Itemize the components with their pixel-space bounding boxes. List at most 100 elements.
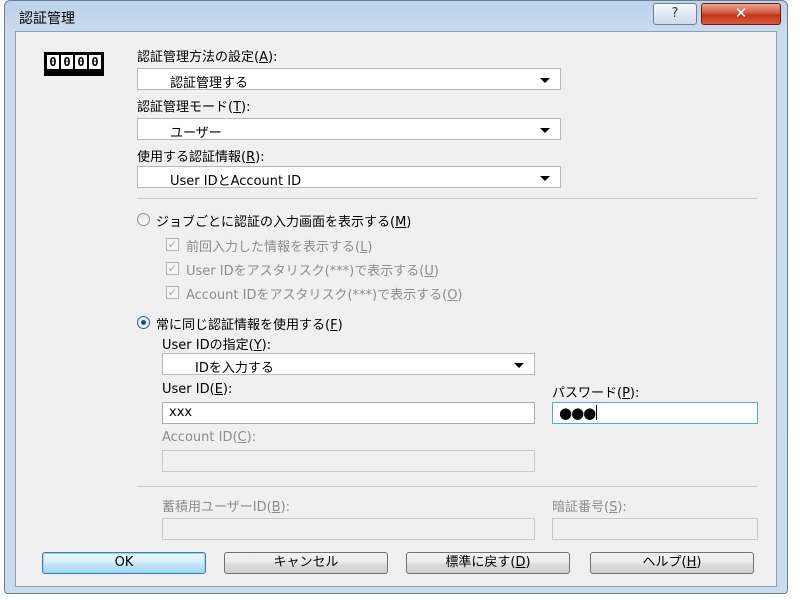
label-text: 使用する認証情報( xyxy=(137,150,247,165)
separator xyxy=(137,198,757,199)
access-key: O xyxy=(447,288,458,303)
label-end: ): xyxy=(280,500,291,515)
account-id-label: Account ID(C): xyxy=(162,430,256,445)
mask-account-id-checkbox[interactable]: ✓ xyxy=(166,286,179,299)
label-end: ) xyxy=(457,288,463,303)
access-key: B xyxy=(271,500,281,515)
label-text: Account IDをアスタリスク(***)で表示する( xyxy=(186,288,448,303)
user-id-spec-label: User IDの指定(Y): xyxy=(162,334,271,353)
user-id-spec-value: IDを入力する xyxy=(195,361,274,376)
text-caret xyxy=(596,405,598,420)
password-input[interactable]: ●●● xyxy=(552,402,758,424)
window-title: 認証管理 xyxy=(19,11,75,27)
per-job-radio[interactable] xyxy=(137,213,150,226)
label-end: ) xyxy=(367,240,373,255)
button-text: 標準に戻す( xyxy=(445,555,516,570)
label-end: ) xyxy=(406,215,412,230)
auth-method-label: 認証管理方法の設定(A): xyxy=(137,46,277,65)
mask-user-id-label: User IDをアスタリスク(***)で表示する(U) xyxy=(186,260,439,279)
label-text: 認証管理モード( xyxy=(137,100,234,115)
auth-mode-label: 認証管理モード(T): xyxy=(137,96,250,115)
storage-user-id-label: 蓄積用ユーザーID(B): xyxy=(162,496,290,515)
access-key: F xyxy=(330,318,338,333)
label-end: ): xyxy=(629,386,640,401)
counter-digit: 0 xyxy=(89,55,101,69)
label-end: ): xyxy=(222,382,233,397)
access-key: R xyxy=(246,150,256,165)
dialog-window: 認証管理 ? ✕ 0 0 0 0 認証管理方法の設定(A): 認証管理する 認証… xyxy=(4,0,788,594)
show-previous-label: 前回入力した情報を表示する(L) xyxy=(186,236,372,255)
label-text: User IDをアスタリスク(***)で表示する( xyxy=(186,264,425,279)
password-label: パスワード(P): xyxy=(552,382,639,401)
user-id-label: User ID(E): xyxy=(162,382,232,397)
label-end: ): xyxy=(267,50,278,65)
mask-account-id-label: Account IDをアスタリスク(***)で表示する(O) xyxy=(186,284,463,303)
auth-mode-select[interactable]: ユーザー xyxy=(137,118,561,141)
label-text: 前回入力した情報を表示する( xyxy=(186,240,361,255)
auth-method-value: 認証管理する xyxy=(170,76,249,91)
counter-icon: 0 0 0 0 xyxy=(44,52,104,76)
close-button[interactable]: ✕ xyxy=(701,3,781,25)
auth-info-label: 使用する認証情報(R): xyxy=(137,146,265,165)
auth-mode-value: ユーザー xyxy=(170,126,222,141)
reset-default-button[interactable]: 標準に戻す(D) xyxy=(406,552,570,574)
user-id-input[interactable]: xxx xyxy=(162,402,535,424)
help-title-button[interactable]: ? xyxy=(653,3,697,25)
label-end: ) xyxy=(433,264,439,279)
always-same-radio[interactable] xyxy=(137,316,150,329)
chevron-down-icon xyxy=(540,128,550,133)
chevron-down-icon xyxy=(540,176,550,181)
pin-input[interactable] xyxy=(552,518,758,540)
user-id-spec-select[interactable]: IDを入力する xyxy=(162,353,535,376)
access-key: U xyxy=(424,264,434,279)
auth-info-select[interactable]: User IDとAccount ID xyxy=(137,166,561,189)
access-key: Y xyxy=(253,338,262,353)
chevron-down-icon xyxy=(540,78,550,83)
access-key: H xyxy=(686,555,697,570)
pin-label: 暗証番号(S): xyxy=(552,496,627,515)
dialog-client-area: 0 0 0 0 認証管理方法の設定(A): 認証管理する 認証管理モード(T):… xyxy=(15,31,777,587)
mask-user-id-checkbox[interactable]: ✓ xyxy=(166,262,179,275)
help-button[interactable]: ヘルプ(H) xyxy=(590,552,754,574)
show-previous-checkbox[interactable]: ✓ xyxy=(166,238,179,251)
password-value: ●●● xyxy=(559,404,596,422)
label-end: ): xyxy=(617,500,627,515)
ok-button[interactable]: OK xyxy=(42,552,206,574)
counter-digit: 0 xyxy=(47,55,59,69)
always-same-label[interactable]: 常に同じ認証情報を使用する(F) xyxy=(156,314,343,333)
label-end: ): xyxy=(241,100,251,115)
button-text-end: ) xyxy=(525,555,531,570)
account-id-input[interactable] xyxy=(162,450,535,472)
chevron-down-icon xyxy=(514,363,524,368)
label-end: ): xyxy=(261,338,272,353)
label-text: User IDの指定( xyxy=(162,338,254,353)
label-text: 暗証番号( xyxy=(552,500,610,515)
auth-info-value: User IDとAccount ID xyxy=(170,174,302,189)
access-key: A xyxy=(259,50,268,65)
title-bar[interactable]: 認証管理 ? ✕ xyxy=(5,1,787,31)
label-text: Account ID( xyxy=(162,430,238,445)
button-text: ヘルプ( xyxy=(642,555,687,570)
separator xyxy=(137,486,757,487)
label-end: ): xyxy=(255,150,265,165)
label-text: 常に同じ認証情報を使用する( xyxy=(156,318,331,333)
label-end: ) xyxy=(337,318,343,333)
label-text: ジョブごとに認証の入力画面を表示する( xyxy=(156,215,396,230)
label-text: パスワード( xyxy=(552,386,623,401)
access-key: D xyxy=(515,555,526,570)
access-key: T xyxy=(233,100,242,115)
access-key: C xyxy=(237,430,247,445)
button-text-end: ) xyxy=(696,555,702,570)
access-key: P xyxy=(622,386,630,401)
auth-method-select[interactable]: 認証管理する xyxy=(137,68,561,91)
label-text: 認証管理方法の設定( xyxy=(137,50,260,65)
counter-digit: 0 xyxy=(75,55,87,69)
cancel-button[interactable]: キャンセル xyxy=(224,552,388,574)
access-key: E xyxy=(214,382,223,397)
storage-user-id-input[interactable] xyxy=(162,518,535,540)
label-text: User ID( xyxy=(162,382,215,397)
label-text: 蓄積用ユーザーID( xyxy=(162,500,272,515)
label-end: ): xyxy=(246,430,257,445)
access-key: M xyxy=(395,215,407,230)
per-job-label[interactable]: ジョブごとに認証の入力画面を表示する(M) xyxy=(156,211,411,230)
